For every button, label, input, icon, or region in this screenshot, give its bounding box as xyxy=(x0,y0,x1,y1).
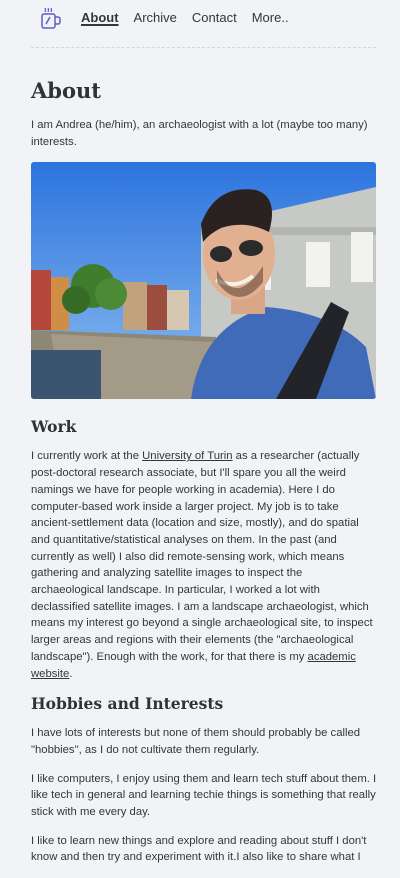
intro-text: I am Andrea (he/him), an archaeologist w… xyxy=(31,119,368,148)
hobbies-heading: Hobbies and Interests xyxy=(31,694,224,714)
main-content: About I am Andrea (he/him), an archaeolo… xyxy=(31,72,377,878)
profile-photo xyxy=(31,162,376,400)
nav-link-contact[interactable]: Contact xyxy=(192,10,237,25)
mug-icon[interactable] xyxy=(39,7,63,31)
top-nav: About Archive Contact More.. xyxy=(0,0,400,48)
nav-divider xyxy=(31,47,376,48)
nav-link-archive[interactable]: Archive xyxy=(134,10,177,25)
hobbies-paragraph-2: I like computers, I enjoy using them and… xyxy=(31,772,377,819)
nav-link-about[interactable]: About xyxy=(81,10,119,25)
page-title: About xyxy=(31,78,101,103)
hobbies-paragraph-1: I have lots of interests but none of the… xyxy=(31,727,361,756)
work-heading: Work xyxy=(31,417,77,437)
work-paragraph: I currently work at the University of Tu… xyxy=(31,450,373,680)
nav-links: About Archive Contact More.. xyxy=(81,10,289,25)
university-link[interactable]: University of Turin xyxy=(142,450,232,462)
hobbies-paragraph-3: I like to learn new things and explore a… xyxy=(31,834,367,864)
nav-link-more[interactable]: More.. xyxy=(252,10,289,25)
